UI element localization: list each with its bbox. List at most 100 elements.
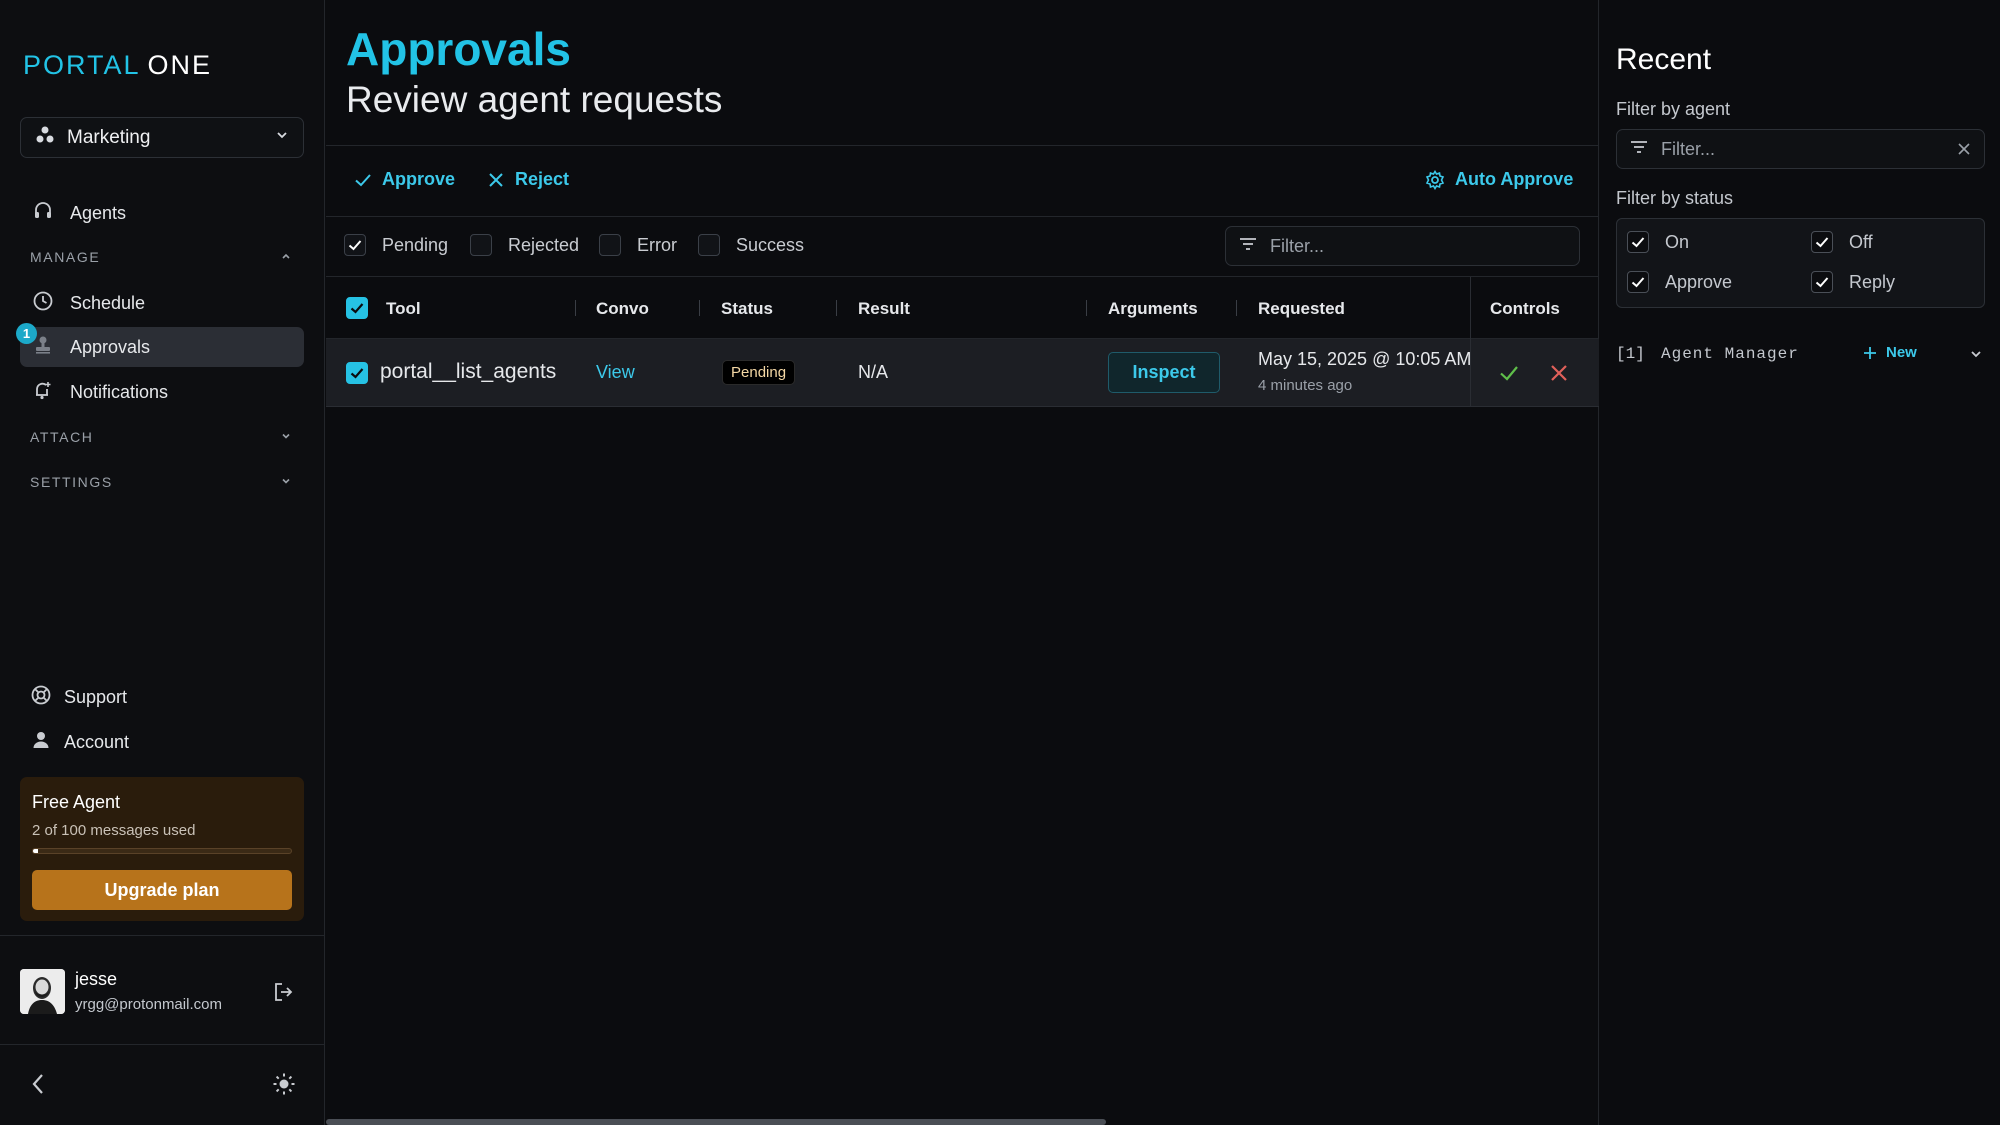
row-requested-time: May 15, 2025 @ 10:05 AM xyxy=(1258,349,1472,369)
checkbox-reply[interactable] xyxy=(1811,271,1833,293)
row-convo-link[interactable]: View xyxy=(596,362,635,383)
section-manage-label: MANAGE xyxy=(30,249,101,265)
clear-icon[interactable] xyxy=(1956,141,1972,162)
status-reply[interactable]: Reply xyxy=(1811,271,1895,293)
nav-item-support[interactable]: Support xyxy=(20,677,304,717)
sidebar: PORTAL ONE Marketing Agents MANAGE Schedu… xyxy=(0,0,325,1125)
checkbox-success[interactable] xyxy=(698,234,720,256)
approve-button[interactable]: Approve xyxy=(354,169,455,190)
chevron-up-icon xyxy=(280,249,292,265)
workspace-icon xyxy=(35,125,55,150)
nav-label-notifications: Notifications xyxy=(70,381,169,402)
column-convo[interactable]: Convo xyxy=(596,299,649,319)
plan-usage-text: 2 of 100 messages used xyxy=(32,822,196,839)
table-filter[interactable] xyxy=(1225,226,1580,266)
section-attach[interactable]: ATTACH xyxy=(30,429,292,445)
inspect-button[interactable]: Inspect xyxy=(1108,352,1220,393)
filter-lines-icon xyxy=(1629,137,1649,162)
checkbox-approve[interactable] xyxy=(1627,271,1649,293)
select-all-checkbox[interactable] xyxy=(346,297,368,319)
app-logo[interactable]: PORTAL ONE xyxy=(23,50,212,81)
column-status[interactable]: Status xyxy=(721,299,773,319)
action-toolbar: Approve Reject Auto Approve xyxy=(326,145,1599,217)
checkbox-error[interactable] xyxy=(599,234,621,256)
nav-label-schedule: Schedule xyxy=(70,292,146,313)
auto-approve-button[interactable]: Auto Approve xyxy=(1425,169,1573,190)
user-name: jesse xyxy=(75,969,118,989)
close-icon xyxy=(489,172,503,187)
status-approve[interactable]: Approve xyxy=(1627,271,1732,293)
page-subtitle: Review agent requests xyxy=(346,79,723,120)
lifebuoy-icon xyxy=(30,684,52,711)
nav-label-approvals: Approvals xyxy=(70,336,151,357)
auto-approve-label: Auto Approve xyxy=(1455,169,1574,189)
checkbox-on[interactable] xyxy=(1627,231,1649,253)
column-separator[interactable] xyxy=(699,300,700,316)
chevron-down-icon xyxy=(275,128,289,147)
logo-text-one: ONE xyxy=(147,50,213,80)
new-label: New xyxy=(1886,344,1917,361)
page-title: Approvals xyxy=(346,23,571,75)
nav-item-notifications[interactable]: Notifications xyxy=(20,372,304,412)
column-separator[interactable] xyxy=(575,300,576,316)
column-separator[interactable] xyxy=(1086,300,1087,316)
status-approve-label: Approve xyxy=(1665,271,1733,292)
nav-item-account[interactable]: Account xyxy=(20,722,304,762)
checkbox-rejected[interactable] xyxy=(470,234,492,256)
filter-success[interactable]: Success xyxy=(698,234,804,256)
agent-list-item[interactable]: [1] Agent Manager New xyxy=(1616,344,1985,369)
plus-icon xyxy=(1864,346,1876,359)
headset-icon xyxy=(32,200,54,227)
section-settings[interactable]: SETTINGS xyxy=(30,474,292,490)
column-tool[interactable]: Tool xyxy=(386,299,421,319)
workspace-select[interactable]: Marketing xyxy=(20,117,304,158)
filter-error[interactable]: Error xyxy=(599,234,677,256)
sun-icon[interactable] xyxy=(272,1072,296,1101)
status-off-label: Off xyxy=(1849,231,1873,252)
reject-row-close-icon[interactable] xyxy=(1549,363,1569,388)
chevron-down-icon xyxy=(280,474,292,490)
column-separator[interactable] xyxy=(1236,300,1237,316)
table-row[interactable]: portal__list_agents View Pending N/A Ins… xyxy=(326,339,1599,407)
status-on[interactable]: On xyxy=(1627,231,1689,253)
controls-divider xyxy=(1470,277,1471,407)
section-manage[interactable]: MANAGE xyxy=(30,249,292,265)
gear-icon xyxy=(1425,169,1445,190)
avatar[interactable] xyxy=(20,969,65,1014)
logout-icon[interactable] xyxy=(272,981,294,1008)
column-controls: Controls xyxy=(1490,299,1560,318)
collapse-sidebar-icon[interactable] xyxy=(30,1072,46,1101)
checkbox-pending[interactable] xyxy=(344,234,366,256)
column-requested[interactable]: Requested xyxy=(1258,299,1345,319)
nav-label-account: Account xyxy=(64,731,130,752)
nav-item-approvals[interactable]: Approvals xyxy=(20,327,304,367)
plan-card: Free Agent 2 of 100 messages used Upgrad… xyxy=(20,777,304,921)
new-convo-button[interactable]: New xyxy=(1862,344,1917,361)
upgrade-plan-button[interactable]: Upgrade plan xyxy=(32,870,292,910)
filter-error-label: Error xyxy=(637,234,677,255)
chevron-down-icon[interactable] xyxy=(1969,347,1983,366)
nav-item-schedule[interactable]: Schedule xyxy=(20,283,304,323)
filter-pending-label: Pending xyxy=(382,234,449,255)
agent-filter-input[interactable] xyxy=(1661,138,1941,160)
column-arguments[interactable]: Arguments xyxy=(1108,299,1198,319)
approvals-count-badge: 1 xyxy=(16,323,37,344)
filter-rejected-label: Rejected xyxy=(508,234,580,255)
row-checkbox[interactable] xyxy=(346,362,368,384)
reject-button[interactable]: Reject xyxy=(487,169,569,190)
nav-item-agents[interactable]: Agents xyxy=(20,193,304,233)
status-off[interactable]: Off xyxy=(1811,231,1873,253)
checkbox-off[interactable] xyxy=(1811,231,1833,253)
user-email: yrgg@protonmail.com xyxy=(75,996,222,1013)
horizontal-scrollbar[interactable] xyxy=(326,1119,1106,1125)
plan-usage-bar xyxy=(32,848,292,854)
plan-title: Free Agent xyxy=(32,792,121,812)
table-filter-input[interactable] xyxy=(1270,235,1550,257)
agent-filter[interactable] xyxy=(1616,129,1985,169)
approve-row-check-icon[interactable] xyxy=(1498,362,1520,389)
column-result[interactable]: Result xyxy=(858,299,910,319)
user-icon xyxy=(30,729,52,756)
column-separator[interactable] xyxy=(836,300,837,316)
filter-rejected[interactable]: Rejected xyxy=(470,234,579,256)
filter-pending[interactable]: Pending xyxy=(344,234,448,256)
